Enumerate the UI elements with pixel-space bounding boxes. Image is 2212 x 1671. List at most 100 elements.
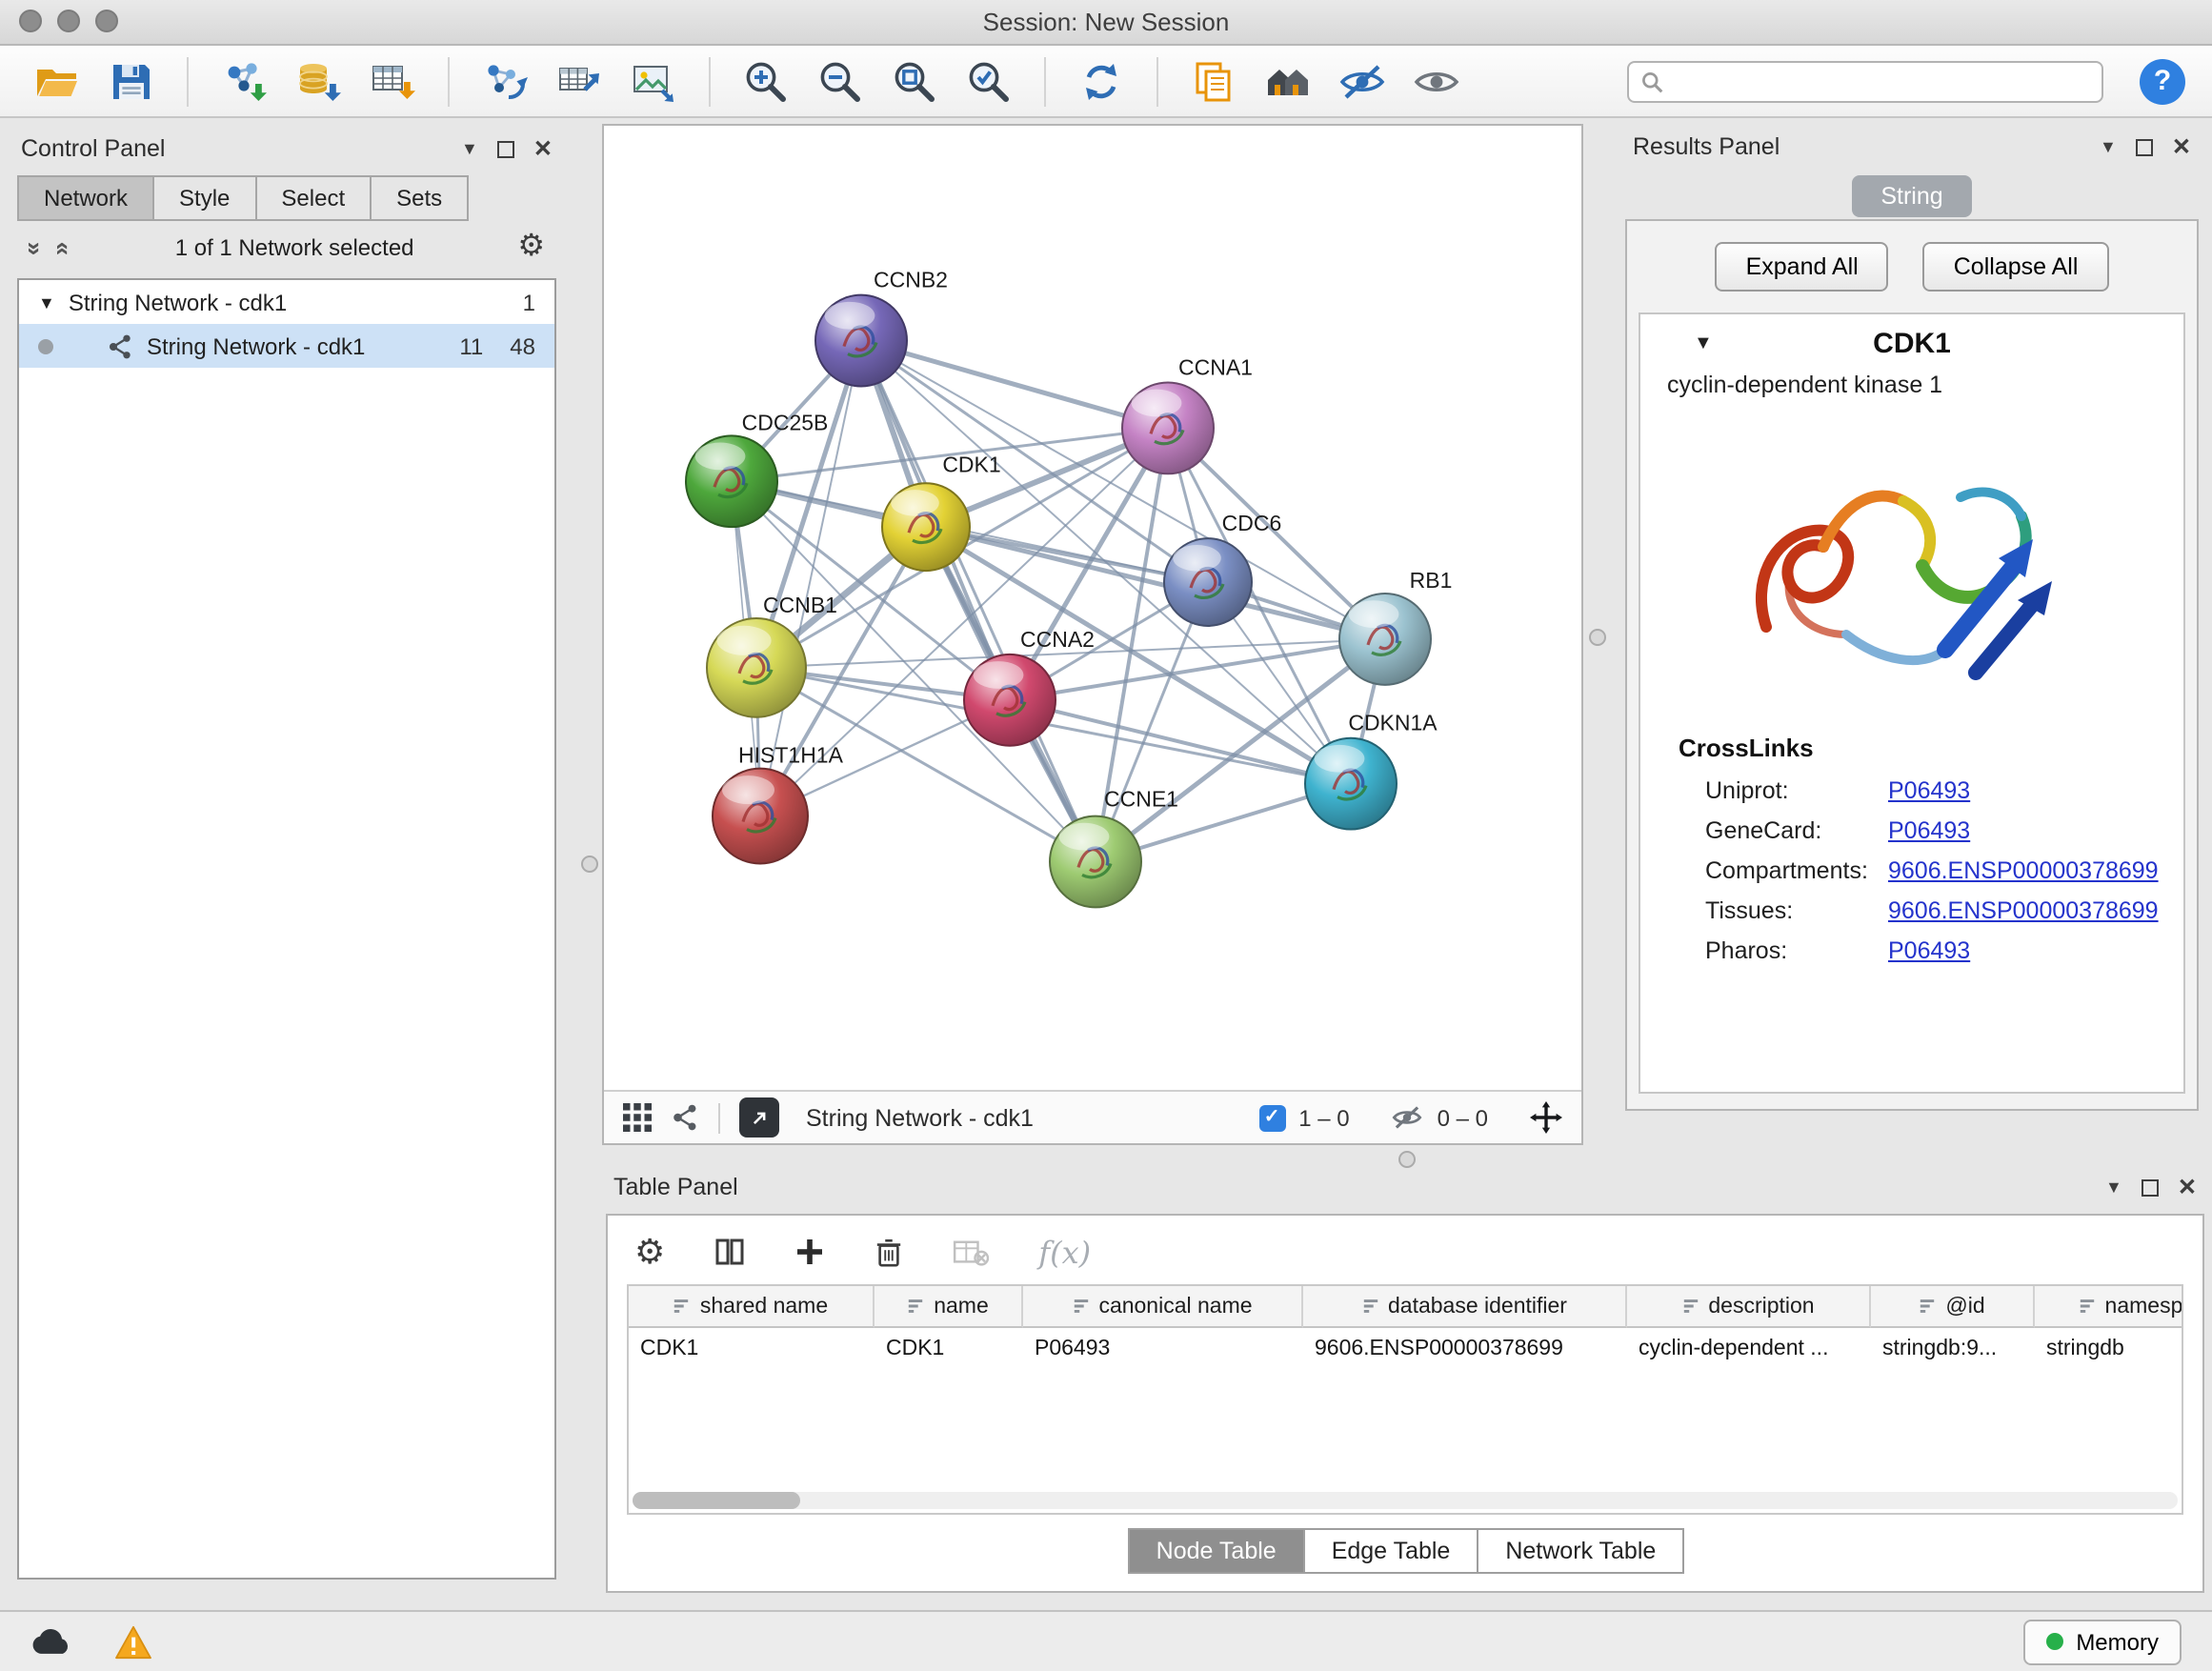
close-panel-icon[interactable]: ✕ [2178, 1176, 2197, 1198]
column-header-shared-name[interactable]: shared name [629, 1286, 875, 1328]
tab-network-table[interactable]: Network Table [1477, 1528, 1684, 1574]
splitter-handle[interactable] [1589, 629, 1606, 646]
selected-checkbox[interactable]: ✓ [1258, 1104, 1285, 1131]
close-panel-icon[interactable]: ✕ [533, 137, 553, 160]
maximize-panel-icon[interactable] [2136, 138, 2153, 155]
maximize-panel-icon[interactable] [2142, 1178, 2159, 1196]
function-builder-button-disabled[interactable]: f(x) [1038, 1234, 1091, 1270]
zoom-out-button[interactable] [810, 50, 871, 111]
tab-sets[interactable]: Sets [370, 175, 469, 221]
crosslink-compartments-link[interactable]: 9606.ENSP00000378699 [1888, 856, 2159, 883]
table-row[interactable]: CDK1 CDK1 P06493 9606.ENSP00000378699 cy… [629, 1328, 2182, 1370]
cell-namespace[interactable]: stringdb [2035, 1328, 2183, 1370]
clone-network-button[interactable] [474, 50, 535, 111]
import-network-file-button[interactable] [213, 50, 274, 111]
tab-network[interactable]: Network [17, 175, 154, 221]
column-header-id[interactable]: @id [1871, 1286, 2035, 1328]
collapse-all-button[interactable]: Collapse All [1923, 242, 2109, 292]
network-canvas[interactable]: CCNB2CCNA1CDC25BCDK1CDC6RB1CCNB1CCNA2CDK… [604, 126, 1581, 1090]
network-node-ccnb2[interactable]: CCNB2 [815, 268, 948, 387]
network-node-cdk1[interactable]: CDK1 [882, 452, 1001, 571]
scrollbar-thumb[interactable] [633, 1492, 800, 1509]
network-node-ccna1[interactable]: CCNA1 [1122, 355, 1253, 474]
zoom-window-button[interactable] [95, 10, 118, 32]
network-row[interactable]: String Network - cdk1 11 48 [19, 324, 554, 368]
expand-all-button[interactable]: Expand All [1716, 242, 1889, 292]
import-network-database-button[interactable] [288, 50, 349, 111]
tab-string[interactable]: String [1852, 175, 1971, 217]
trash-icon[interactable] [875, 1236, 903, 1268]
tab-node-table[interactable]: Node Table [1128, 1528, 1305, 1574]
cell-shared-name[interactable]: CDK1 [629, 1328, 875, 1370]
tree-expand-icon[interactable]: ▼ [38, 292, 55, 312]
close-panel-icon[interactable]: ✕ [2172, 135, 2191, 158]
crosslink-genecard-link[interactable]: P06493 [1888, 816, 1970, 843]
help-button[interactable]: ? [2140, 58, 2185, 104]
column-header-database-identifier[interactable]: database identifier [1303, 1286, 1627, 1328]
export-image-button[interactable] [623, 50, 684, 111]
delete-table-icon-disabled[interactable] [953, 1238, 989, 1266]
collapse-section-icon[interactable]: ▼ [1694, 332, 1713, 353]
network-node-ccnb1[interactable]: CCNB1 [707, 593, 837, 717]
cell-id[interactable]: stringdb:9... [1871, 1328, 2035, 1370]
network-edge[interactable] [926, 527, 1385, 639]
columns-icon[interactable] [714, 1237, 745, 1267]
cell-name[interactable]: CDK1 [875, 1328, 1023, 1370]
network-node-rb1[interactable]: RB1 [1339, 568, 1452, 685]
cell-canonical-name[interactable]: P06493 [1023, 1328, 1303, 1370]
network-edge[interactable] [861, 341, 1096, 862]
warning-icon[interactable] [114, 1624, 152, 1659]
save-session-button[interactable] [101, 50, 162, 111]
duplicate-document-button[interactable] [1183, 50, 1244, 111]
zoom-in-button[interactable] [735, 50, 796, 111]
crosslink-uniprot-link[interactable]: P06493 [1888, 776, 1970, 803]
memory-button[interactable]: Memory [2022, 1619, 2182, 1664]
add-column-icon[interactable] [794, 1237, 825, 1267]
table-settings-gear-icon[interactable]: ⚙ [634, 1235, 665, 1269]
close-window-button[interactable] [19, 10, 42, 32]
export-table-button[interactable] [549, 50, 610, 111]
collapse-all-networks-icon[interactable]: « [52, 241, 77, 254]
network-node-hist1h1a[interactable]: HIST1H1A [713, 743, 844, 864]
string-home-button[interactable] [1257, 50, 1318, 111]
network-collection-row[interactable]: ▼ String Network - cdk1 1 [19, 280, 554, 324]
expand-all-networks-icon[interactable]: » [23, 241, 48, 254]
column-header-description[interactable]: description [1627, 1286, 1871, 1328]
zoom-selected-button[interactable] [958, 50, 1019, 111]
tab-select[interactable]: Select [254, 175, 372, 221]
tab-style[interactable]: Style [152, 175, 256, 221]
splitter-handle[interactable] [581, 856, 598, 873]
cell-database-identifier[interactable]: 9606.ENSP00000378699 [1303, 1328, 1627, 1370]
network-node-cdkn1a[interactable]: CDKN1A [1305, 711, 1438, 830]
crosslink-pharos-link[interactable]: P06493 [1888, 936, 1970, 963]
open-session-button[interactable] [27, 50, 88, 111]
tab-edge-table[interactable]: Edge Table [1303, 1528, 1479, 1574]
gene-section-header[interactable]: ▼ CDK1 [1640, 314, 2183, 372]
column-header-namespace[interactable]: namespace [2035, 1286, 2183, 1328]
search-input[interactable] [1673, 66, 2090, 96]
grid-view-icon[interactable] [623, 1103, 652, 1132]
refresh-layout-button[interactable] [1071, 50, 1132, 111]
column-header-canonical-name[interactable]: canonical name [1023, 1286, 1303, 1328]
maximize-panel-icon[interactable] [497, 140, 514, 157]
float-panel-icon[interactable]: ▼ [2100, 138, 2117, 155]
hidden-eye-slash-icon[interactable] [1392, 1101, 1424, 1134]
cell-description[interactable]: cyclin-dependent ... [1627, 1328, 1871, 1370]
splitter-handle[interactable] [1398, 1151, 1416, 1168]
show-all-button[interactable] [1406, 50, 1467, 111]
hide-selected-button[interactable] [1332, 50, 1393, 111]
float-panel-icon[interactable]: ▼ [2105, 1178, 2122, 1196]
horizontal-scrollbar[interactable] [633, 1492, 2178, 1509]
zoom-fit-button[interactable] [884, 50, 945, 111]
network-svg[interactable]: CCNB2CCNA1CDC25BCDK1CDC6RB1CCNB1CCNA2CDK… [604, 126, 1581, 1090]
network-share-icon[interactable] [671, 1103, 699, 1132]
minimize-window-button[interactable] [57, 10, 80, 32]
network-options-gear-icon[interactable]: ⚙ [517, 232, 545, 263]
import-table-button[interactable] [362, 50, 423, 111]
crosslink-tissues-link[interactable]: 9606.ENSP00000378699 [1888, 896, 2159, 923]
float-panel-icon[interactable]: ▼ [461, 140, 478, 157]
cloud-icon[interactable] [30, 1627, 72, 1656]
column-header-name[interactable]: name [875, 1286, 1023, 1328]
pan-move-icon[interactable] [1530, 1101, 1562, 1134]
detach-view-button[interactable] [739, 1097, 779, 1137]
